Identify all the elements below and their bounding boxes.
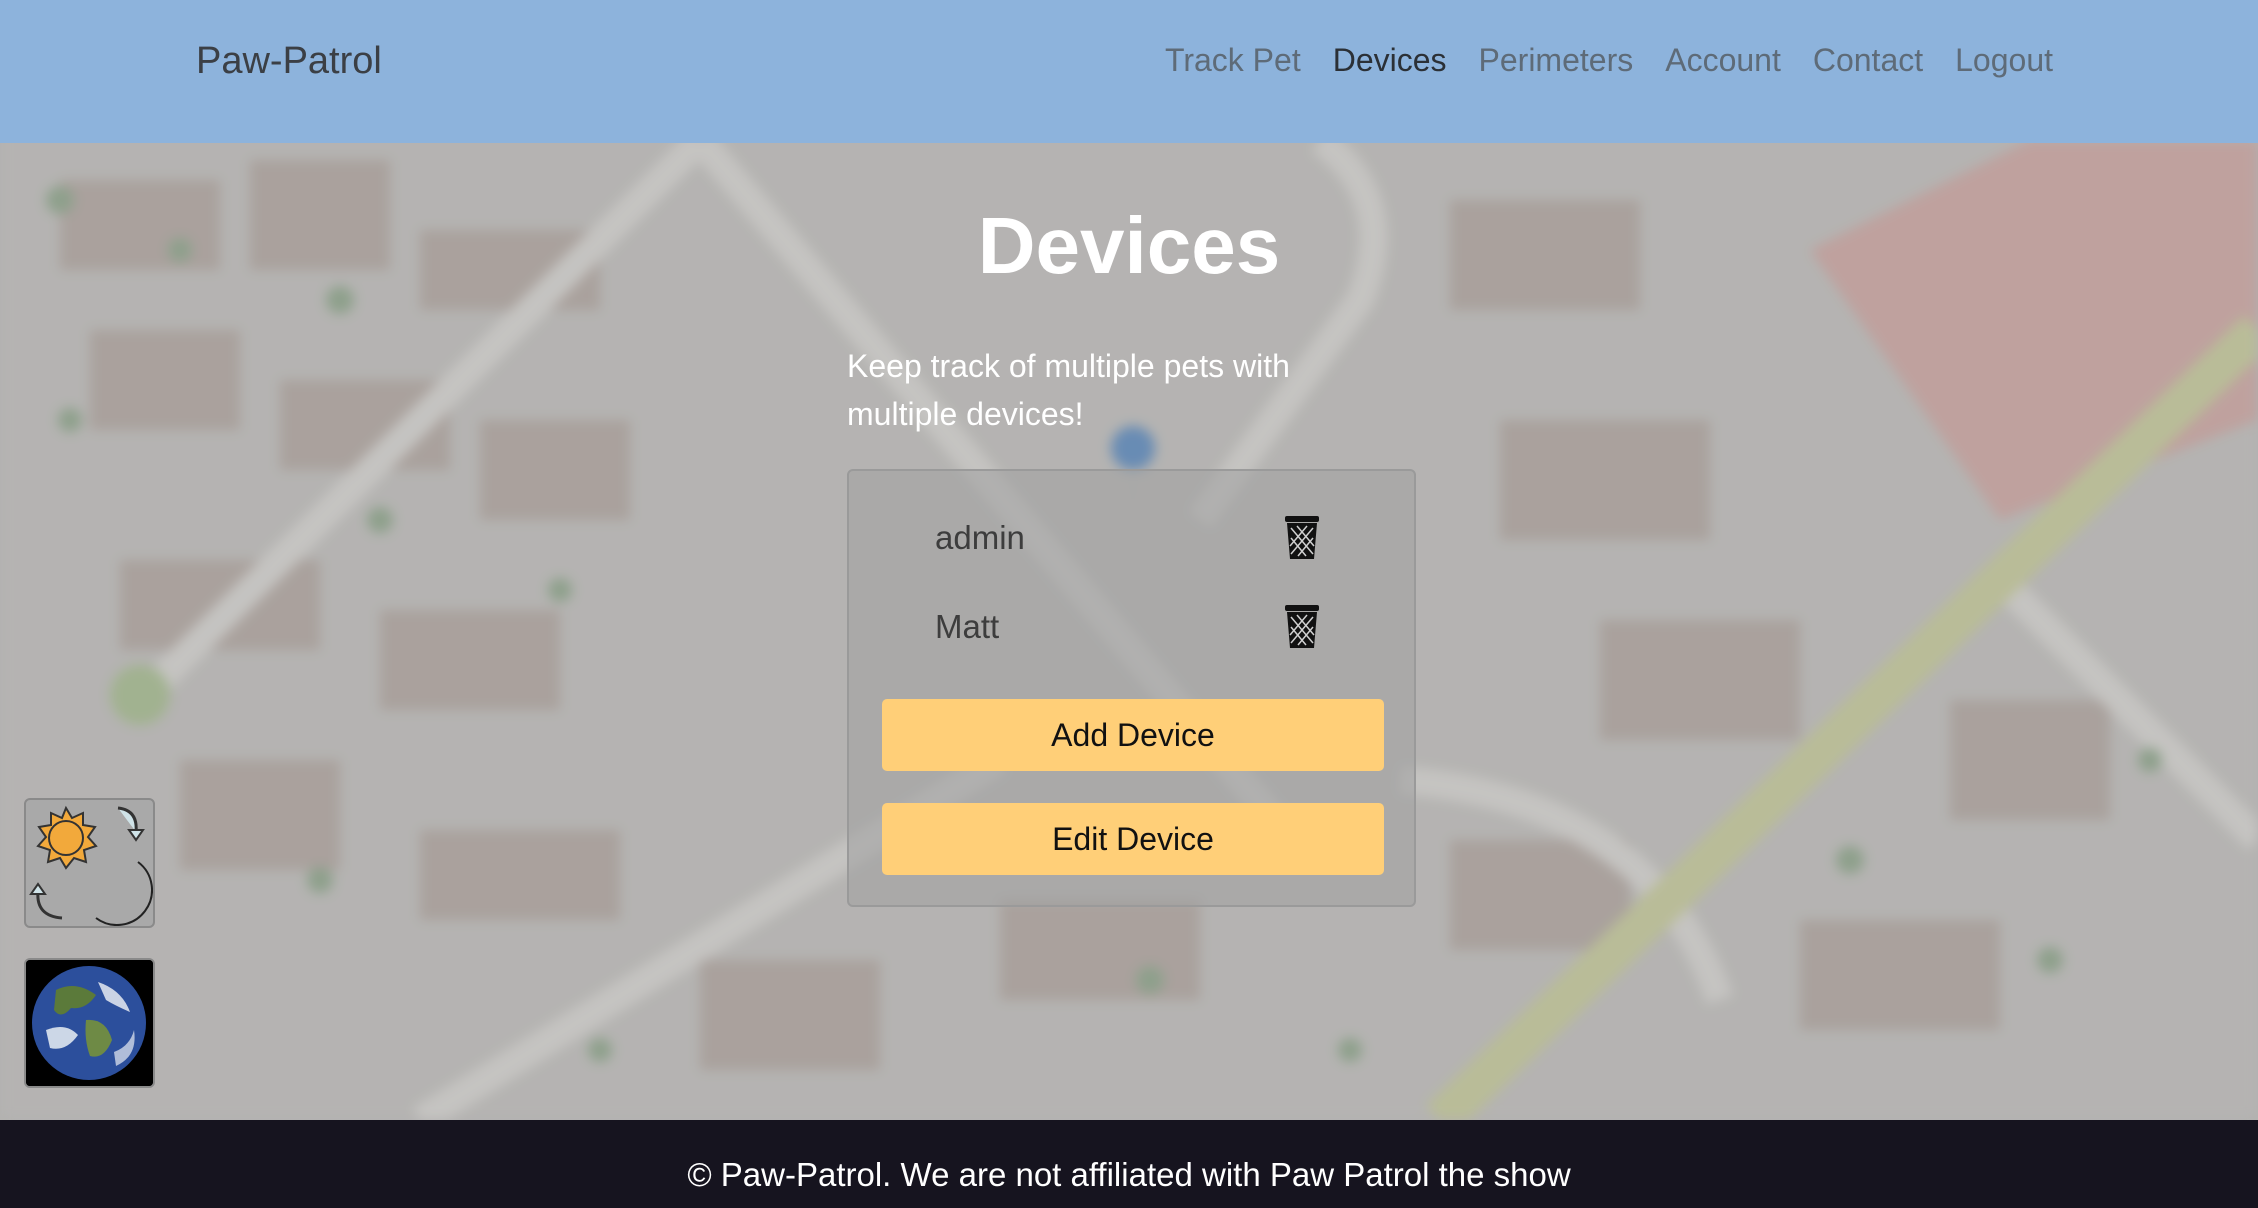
nav-link-track-pet[interactable]: Track Pet: [1165, 42, 1301, 79]
nav-link-account[interactable]: Account: [1665, 42, 1781, 79]
trash-icon[interactable]: [1282, 513, 1322, 561]
edit-device-button[interactable]: Edit Device: [882, 803, 1384, 875]
nav-link-devices[interactable]: Devices: [1333, 42, 1447, 79]
page-title: Devices: [977, 201, 1281, 290]
page-subtitle: Keep track of multiple pets with multipl…: [847, 348, 1290, 432]
nav-links: Track Pet Devices Perimeters Account Con…: [1165, 42, 2053, 79]
nav-link-contact[interactable]: Contact: [1813, 42, 1923, 79]
device-name: Matt: [935, 608, 1000, 645]
device-name: admin: [935, 519, 1025, 556]
map-style-button[interactable]: [24, 958, 155, 1088]
top-navbar: Paw-Patrol Track Pet Devices Perimeters …: [0, 0, 2258, 143]
device-row: admin: [849, 509, 1414, 569]
device-row: Matt: [849, 598, 1414, 658]
earth-globe-icon: [26, 960, 153, 1086]
devices-card: admin Matt Add Device Edit Device: [847, 469, 1416, 907]
theme-toggle-button[interactable]: [24, 798, 155, 928]
trash-icon[interactable]: [1282, 602, 1322, 650]
add-device-button[interactable]: Add Device: [882, 699, 1384, 771]
footer-text: © Paw-Patrol. We are not affiliated with…: [687, 1156, 1571, 1193]
nav-link-logout[interactable]: Logout: [1955, 42, 2053, 79]
sun-moon-toggle-icon: [29, 805, 153, 926]
brand-logo[interactable]: Paw-Patrol: [196, 40, 382, 83]
nav-link-perimeters[interactable]: Perimeters: [1479, 42, 1634, 79]
